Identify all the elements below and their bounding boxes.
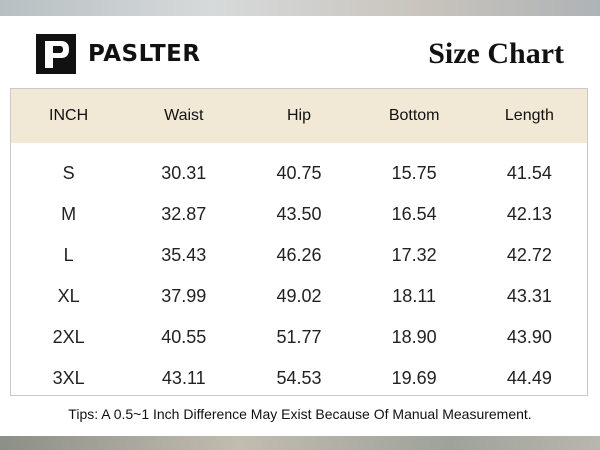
table-row: 3XL 43.11 54.53 19.69 44.49 — [11, 358, 587, 395]
header-cell-bottom: Bottom — [388, 107, 440, 124]
background-sky-top — [0, 0, 600, 16]
table-header-row: INCH Waist Hip Bottom Length — [11, 89, 587, 143]
table-spacer — [11, 143, 587, 153]
length-cell: 42.72 — [506, 245, 552, 265]
hip-cell: 49.02 — [276, 286, 322, 306]
hip-cell: 51.77 — [276, 327, 322, 347]
length-cell: 43.90 — [506, 327, 552, 347]
waist-cell: 43.11 — [161, 368, 206, 388]
header-cell-hip: Hip — [286, 107, 311, 124]
size-cell: 3XL — [52, 368, 85, 388]
table-row: 2XL 40.55 51.77 18.90 43.90 — [11, 317, 587, 358]
bottom-cell: 18.90 — [391, 327, 437, 347]
header-cell-inch: INCH — [49, 107, 89, 124]
waist-cell: 35.43 — [161, 245, 207, 265]
brand-name: PASLTER — [88, 41, 201, 67]
header-cell-length: Length — [504, 107, 554, 124]
size-table: INCH Waist Hip Bottom Length S 30.31 40.… — [10, 88, 588, 396]
paslter-p-logo-icon — [36, 34, 76, 74]
length-cell: 44.49 — [506, 368, 552, 388]
size-cell: XL — [57, 286, 80, 306]
bottom-cell: 15.75 — [391, 163, 437, 183]
header-cell-waist: Waist — [164, 107, 204, 124]
bottom-cell: 18.11 — [392, 286, 437, 306]
size-cell: M — [61, 204, 77, 224]
table-row: S 30.31 40.75 15.75 41.54 — [11, 153, 587, 194]
bottom-cell: 17.32 — [391, 245, 437, 265]
hip-cell: 40.75 — [276, 163, 322, 183]
size-cell: 2XL — [52, 327, 85, 347]
size-cell: S — [62, 163, 75, 183]
length-cell: 41.54 — [506, 163, 552, 183]
bottom-cell: 16.54 — [391, 204, 437, 224]
waist-cell: 40.55 — [161, 327, 207, 347]
bottom-cell: 19.69 — [391, 368, 437, 388]
hip-cell: 43.50 — [276, 204, 322, 224]
measurement-tips: Tips: A 0.5~1 Inch Difference May Exist … — [68, 406, 532, 422]
table-row: XL 37.99 49.02 18.11 43.31 — [11, 276, 587, 317]
background-landscape-bottom — [0, 436, 600, 450]
length-cell: 43.31 — [506, 286, 552, 306]
table-row: M 32.87 43.50 16.54 42.13 — [11, 194, 587, 235]
waist-cell: 30.31 — [161, 163, 207, 183]
table-row: L 35.43 46.26 17.32 42.72 — [11, 235, 587, 276]
waist-cell: 37.99 — [161, 286, 207, 306]
hip-cell: 46.26 — [276, 245, 322, 265]
page-title: Size Chart — [428, 37, 564, 70]
waist-cell: 32.87 — [161, 204, 207, 224]
size-cell: L — [63, 245, 74, 265]
length-cell: 42.13 — [506, 204, 552, 224]
hip-cell: 54.53 — [276, 368, 322, 388]
